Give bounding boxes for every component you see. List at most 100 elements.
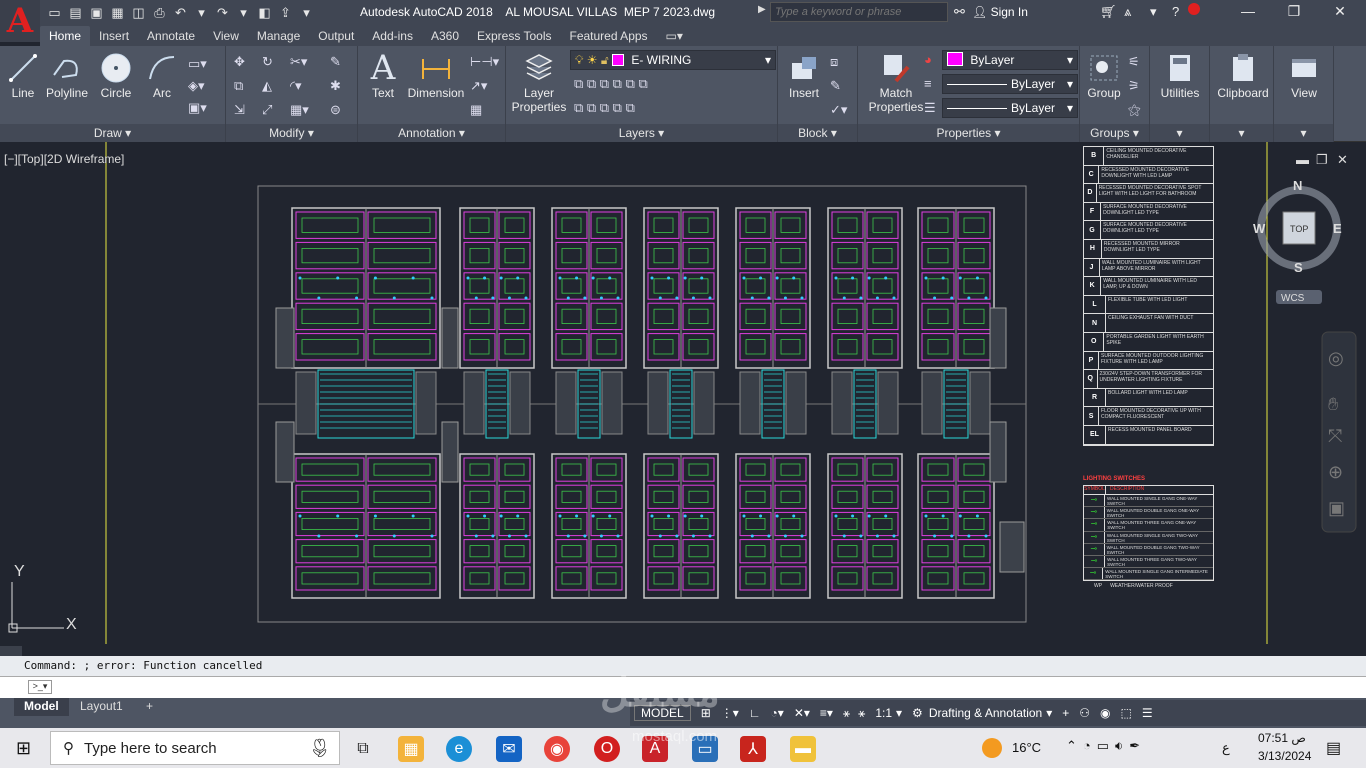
plot-icon[interactable]: ◧ (256, 4, 273, 21)
hatch-icon[interactable]: ◈▾ (188, 78, 205, 94)
rotate-icon[interactable]: ↻ (262, 54, 273, 70)
linear-dim-icon[interactable]: ⊢⊣▾ (470, 54, 499, 70)
lineweight-toggle-icon[interactable]: ≡▾ (820, 706, 833, 720)
opera-icon[interactable]: O (594, 736, 620, 762)
web-save-icon[interactable]: ◫ (130, 4, 147, 21)
steering-wheel-icon[interactable]: ◎ (1328, 348, 1344, 368)
clock-time[interactable]: 07:51 ص (1258, 731, 1306, 745)
ribbon-options-icon[interactable]: ▭▾ (657, 26, 692, 46)
viewport-restore-icon[interactable]: ❐ (1316, 152, 1328, 167)
exchange-icon[interactable]: ⩓ (1124, 4, 1131, 20)
close-icon[interactable]: ✕ (1320, 3, 1360, 20)
utilities-button[interactable]: Utilities (1154, 50, 1206, 100)
annotation-autoscale-icon[interactable]: ⚹ (858, 706, 865, 721)
account-dropdown-icon[interactable]: ▾ (1150, 4, 1157, 20)
ungroup-icon[interactable]: ⚟ (1128, 54, 1140, 70)
sign-in-button[interactable]: 👤︎ Sign In (972, 5, 1028, 19)
tab-featured-apps[interactable]: Featured Apps (560, 26, 656, 46)
clock-date[interactable]: 3/13/2024 (1258, 749, 1311, 763)
groups-panel-label[interactable]: Groups ▾ (1080, 124, 1149, 142)
erase-icon[interactable]: ✎ (330, 54, 341, 70)
layer-dropdown[interactable]: 💡︎ ☀ 🔓︎ E- WIRING ▾ (570, 50, 776, 70)
layers-panel-label[interactable]: Layers ▾ (506, 124, 777, 142)
undo-dropdown-icon[interactable]: ▾ (193, 4, 210, 21)
group-select-icon[interactable]: ⚝ (1128, 102, 1141, 118)
group-edit-icon[interactable]: ⚞ (1128, 78, 1140, 94)
command-prompt-icon[interactable]: >_▾ (28, 680, 52, 694)
search-expand-icon[interactable]: ▶ (758, 4, 766, 15)
store-icon[interactable]: ▦ (398, 736, 424, 762)
tab-insert[interactable]: Insert (90, 26, 138, 46)
layer-tools-row2-icon[interactable]: ⧉ ⧉ ⧉ ⧉ ⧉ (574, 100, 635, 116)
ortho-icon[interactable]: ∟ (749, 706, 761, 720)
chrome-icon[interactable]: ◉ (544, 736, 570, 762)
lineweight-dropdown[interactable]: ByLayer ▾ (942, 98, 1078, 118)
viewcube-west[interactable]: W (1253, 221, 1266, 236)
viewcube-south[interactable]: S (1294, 260, 1303, 275)
osnap-icon[interactable]: ✕▾ (794, 706, 810, 720)
view-button[interactable]: View (1278, 50, 1330, 100)
tab-layout1[interactable]: Layout1 (70, 698, 133, 716)
workspace-gear-icon[interactable]: ⚙ (912, 706, 923, 720)
tab-output[interactable]: Output (309, 26, 363, 46)
table-icon[interactable]: ▦ (470, 102, 482, 118)
cart-icon[interactable]: 🛒︎ (1100, 4, 1117, 20)
save-icon[interactable]: ▣ (88, 4, 105, 21)
redo-dropdown-icon[interactable]: ▾ (235, 4, 252, 21)
tab-model[interactable]: Model (14, 698, 69, 716)
region-icon[interactable]: ▣▾ (188, 100, 207, 116)
view-dropdown-icon[interactable]: ▾ (1274, 124, 1333, 142)
clipboard-dropdown-icon[interactable]: ▾ (1210, 124, 1273, 142)
add-layout-icon[interactable]: + (136, 698, 163, 716)
drawing-viewport[interactable]: X Y N S E W TOP WCS ◎ ✋︎ ⤧ ⊕ ▣ ▬ ❐ ✕ B CE… (0, 142, 1366, 644)
utilities-dropdown-icon[interactable]: ▾ (1150, 124, 1209, 142)
tab-a360[interactable]: A360 (422, 26, 468, 46)
hardware-accel-icon[interactable]: ◉ (1100, 706, 1110, 720)
minimize-icon[interactable]: — (1228, 3, 1268, 19)
tab-view[interactable]: View (204, 26, 248, 46)
circle-button[interactable]: Circle (96, 50, 136, 100)
move-icon[interactable]: ✥ (234, 54, 245, 70)
dimension-button[interactable]: Dimension (406, 50, 466, 100)
maximize-icon[interactable]: ❐ (1274, 3, 1314, 20)
undo-icon[interactable]: ↶ (172, 4, 189, 21)
task-view-icon[interactable]: ⧉ (350, 736, 376, 762)
customize-status-icon[interactable]: ☰ (1142, 706, 1153, 720)
group-button[interactable]: Group (1084, 50, 1124, 100)
linetype-dropdown[interactable]: ByLayer ▾ (942, 74, 1078, 94)
tab-addins[interactable]: Add-ins (363, 26, 422, 46)
array-icon[interactable]: ▦▾ (290, 102, 309, 118)
layer-properties-button[interactable]: Layer Properties (510, 50, 568, 114)
trim-icon[interactable]: ✂▾ (290, 54, 307, 70)
viewport-close-icon[interactable]: ✕ (1337, 152, 1348, 167)
search-input[interactable] (770, 2, 948, 22)
explode-icon[interactable]: ✱ (330, 78, 341, 94)
leader-icon[interactable]: ↗▾ (470, 78, 487, 94)
language-indicator[interactable]: ع (1222, 740, 1230, 756)
annotation-panel-label[interactable]: Annotation ▾ (358, 124, 505, 142)
file-explorer-icon[interactable]: ▬ (790, 736, 816, 762)
mail-icon[interactable]: ✉ (496, 736, 522, 762)
match-properties-button[interactable]: Match Properties (866, 50, 926, 114)
orbit-icon[interactable]: ⊕ (1328, 462, 1343, 482)
new-file-icon[interactable]: ▭ (46, 4, 63, 21)
tray-icons[interactable]: ⌃◔▭🔉︎✒ (1066, 738, 1146, 754)
annotation-scale[interactable]: 1:1 (875, 706, 892, 720)
tab-manage[interactable]: Manage (248, 26, 309, 46)
viewcube-top-face[interactable]: TOP (1290, 224, 1308, 234)
showmotion-icon[interactable]: ▣ (1328, 498, 1345, 518)
edit-block-icon[interactable]: ✎ (830, 78, 841, 94)
properties-panel-label[interactable]: Properties ▾ (858, 124, 1079, 142)
offset-icon[interactable]: ⊜ (330, 102, 341, 118)
draw-panel-label[interactable]: Draw ▾ (0, 124, 225, 142)
mirror-icon[interactable]: ◭ (262, 78, 272, 94)
redo-icon[interactable]: ↷ (214, 4, 231, 21)
chevron-down-icon[interactable]: ▾ (1046, 706, 1052, 720)
polyline-button[interactable]: Polyline (42, 50, 92, 100)
viewport-minimize-icon[interactable]: ▬ (1296, 152, 1309, 167)
wcs-dropdown[interactable]: WCS (1281, 293, 1305, 304)
print-icon[interactable]: ⎙ (151, 4, 168, 21)
copy-icon[interactable]: ⧉ (234, 78, 243, 94)
notifications-icon[interactable]: ▤ (1326, 738, 1341, 758)
taskbar-search[interactable]: ⚲ Type here to search 🌷︎ (50, 731, 340, 765)
